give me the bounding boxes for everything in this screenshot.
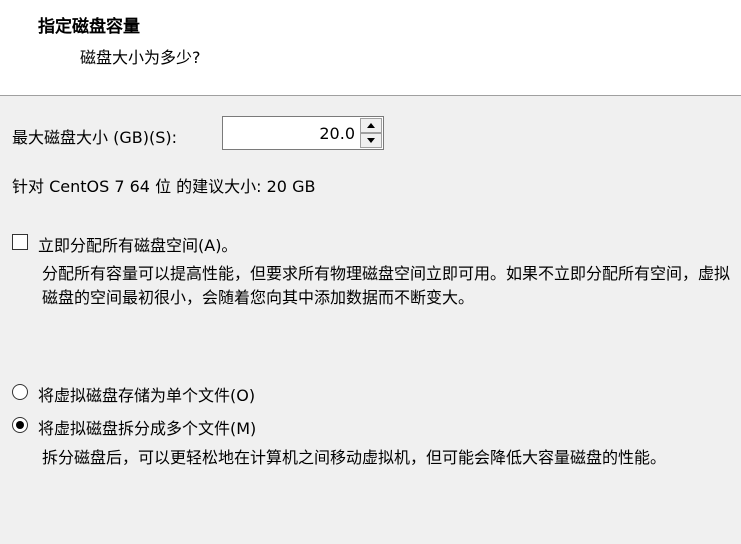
allocate-all-label[interactable]: 立即分配所有磁盘空间(A)。 — [38, 232, 237, 256]
split-description: 拆分磁盘后，可以更轻松地在计算机之间移动虚拟机，但可能会降低大容量磁盘的性能。 — [42, 448, 667, 467]
single-file-radio[interactable] — [12, 384, 28, 400]
radio-selected-dot — [16, 421, 24, 429]
recommended-size-text: 针对 CentOS 7 64 位 的建议大小: 20 GB — [12, 177, 316, 196]
disk-size-input[interactable] — [223, 117, 359, 149]
allocate-all-checkbox[interactable] — [12, 234, 28, 250]
arrow-down-icon — [367, 138, 375, 143]
spin-buttons — [360, 118, 382, 148]
page-subtitle: 磁盘大小为多少? — [80, 48, 201, 67]
disk-size-label: 最大磁盘大小 (GB)(S): — [12, 128, 177, 147]
single-file-label[interactable]: 将虚拟磁盘存储为单个文件(O) — [38, 382, 255, 406]
spin-down-button[interactable] — [360, 133, 382, 148]
wizard-body: 最大磁盘大小 (GB)(S): 针对 CentOS 7 64 位 的建议大小: … — [0, 96, 741, 544]
wizard-header: 指定磁盘容量 磁盘大小为多少? — [0, 0, 741, 96]
disk-size-spinbox[interactable] — [222, 116, 384, 150]
split-files-label[interactable]: 将虚拟磁盘拆分成多个文件(M) — [38, 415, 256, 439]
page-title: 指定磁盘容量 — [38, 17, 140, 37]
split-files-radio[interactable] — [12, 417, 28, 433]
arrow-up-icon — [367, 123, 375, 128]
allocate-description: 分配所有容量可以提高性能，但要求所有物理磁盘空间立即可用。如果不立即分配所有空间… — [42, 264, 731, 307]
spin-up-button[interactable] — [360, 118, 382, 133]
